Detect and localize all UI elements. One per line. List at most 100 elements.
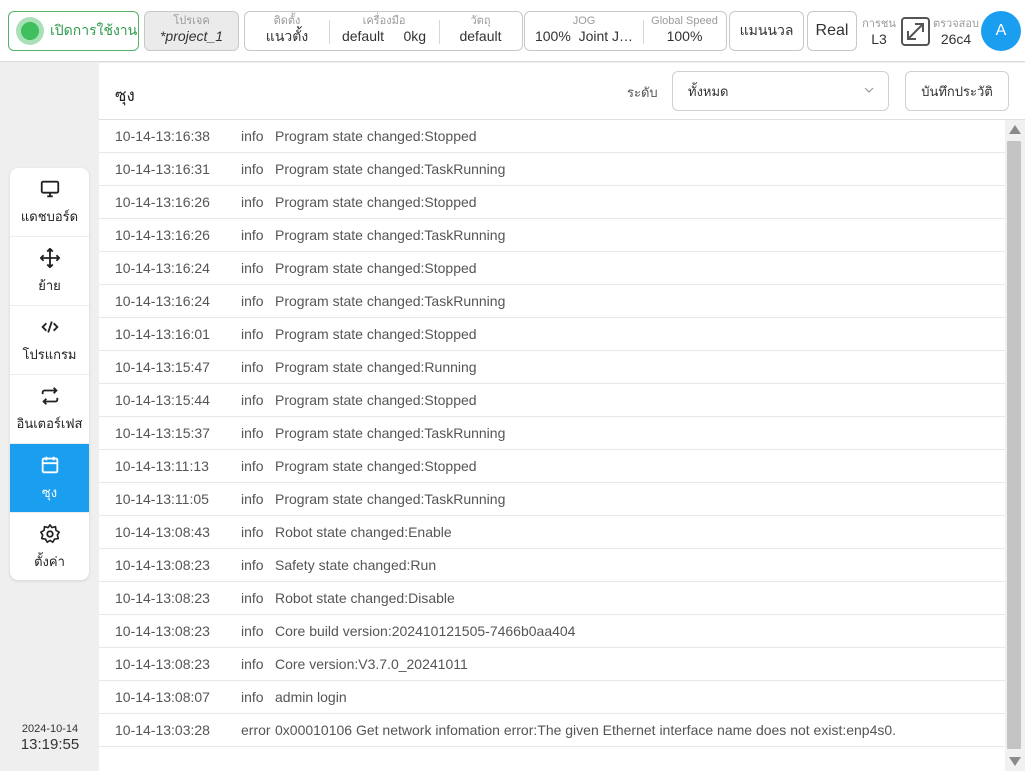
- log-level: info: [241, 161, 264, 177]
- sidebar-item-settings[interactable]: ตั้งค่า: [10, 513, 89, 580]
- log-panel-header: ซุง ระดับ ทั้งหมด บันทึกประวัติ: [99, 63, 1025, 120]
- scroll-thumb[interactable]: [1007, 141, 1021, 749]
- log-message: Program state changed:Stopped: [275, 458, 477, 474]
- install-selector[interactable]: ติดตั้ง แนวตั้ง: [245, 12, 329, 50]
- power-enable-button[interactable]: เปิดการใช้งาน: [8, 11, 139, 51]
- sidebar-item-dashboard[interactable]: แดชบอร์ด: [10, 168, 89, 237]
- log-row: 10-14-13:16:26 info Program state changed:…: [99, 186, 1005, 219]
- log-row: 10-14-13:16:01 info Program state changed:…: [99, 318, 1005, 351]
- project-selector[interactable]: โปรเจค *project_1: [144, 11, 239, 51]
- collision-level[interactable]: การชน L3: [861, 15, 897, 48]
- power-status-icon: [16, 17, 44, 45]
- log-level: info: [241, 128, 264, 144]
- log-row: 10-14-13:08:23 info Robot state changed:Di…: [99, 582, 1005, 615]
- log-timestamp: 10-14-13:08:23: [115, 623, 210, 639]
- workpiece-value: default: [459, 28, 502, 44]
- clock-date: 2024-10-14: [21, 723, 79, 735]
- manual-mode-button[interactable]: แมนนวล: [729, 11, 804, 51]
- log-row: 10-14-13:08:23 info Core version:V3.7.0_20…: [99, 648, 1005, 681]
- log-level: info: [241, 656, 264, 672]
- power-label: เปิดการใช้งาน: [50, 22, 138, 38]
- clock-time: 13:19:55: [20, 736, 80, 753]
- log-timestamp: 10-14-13:16:26: [115, 227, 210, 243]
- fullscreen-expand-icon[interactable]: [901, 17, 930, 46]
- sidebar-item-label: ย้าย: [38, 277, 61, 293]
- log-timestamp: 10-14-13:03:28: [115, 722, 210, 738]
- sidebar-item-move[interactable]: ย้าย: [10, 237, 89, 306]
- sidebar-item-label: ซุง: [41, 484, 58, 500]
- sidebar-item-interface[interactable]: อินเตอร์เฟส: [10, 375, 89, 444]
- user-avatar[interactable]: A: [981, 11, 1021, 51]
- log-row: 10-14-13:03:28 error 0x00010106 Get networ…: [99, 714, 1005, 747]
- log-message: Program state changed:TaskRunning: [275, 491, 506, 507]
- sidebar-item-program[interactable]: โปรแกรม: [10, 306, 89, 375]
- log-timestamp: 10-14-13:16:31: [115, 161, 210, 177]
- log-row: 10-14-13:16:24 info Program state changed:…: [99, 252, 1005, 285]
- global-speed-selector[interactable]: Global Speed 100%: [643, 12, 726, 50]
- log-message: Program state changed:TaskRunning: [275, 425, 506, 441]
- level-filter-select[interactable]: ทั้งหมด: [672, 71, 889, 111]
- log-timestamp: 10-14-13:08:43: [115, 524, 210, 540]
- scroll-up-arrow-icon[interactable]: [1009, 125, 1021, 134]
- page-title: ซุง: [115, 86, 135, 105]
- level-filter-label: ระดับ: [627, 85, 658, 100]
- log-timestamp: 10-14-13:16:38: [115, 128, 210, 144]
- log-row: 10-14-13:08:23 info Safety state changed:R…: [99, 549, 1005, 582]
- log-level: info: [241, 623, 264, 639]
- log-row: 10-14-13:08:43 info Robot state changed:En…: [99, 516, 1005, 549]
- swap-icon: [41, 386, 58, 405]
- log-panel: ซุง ระดับ ทั้งหมด บันทึกประวัติ 10-14-13…: [99, 63, 1025, 771]
- log-row: 10-14-13:16:31 info Program state changed:…: [99, 153, 1005, 186]
- log-message: Program state changed:TaskRunning: [275, 227, 506, 243]
- log-timestamp: 10-14-13:15:37: [115, 425, 210, 441]
- save-log-button[interactable]: บันทึกประวัติ: [905, 71, 1009, 111]
- log-level: info: [241, 359, 264, 375]
- inspect-status[interactable]: ตรวจสอบ 26c4: [932, 15, 980, 48]
- tool-selector[interactable]: เครื่องมือ default 0kg: [329, 12, 439, 50]
- log-level: info: [241, 557, 264, 573]
- log-message: Program state changed:Stopped: [275, 260, 477, 276]
- sidebar-item-label: แดชบอร์ด: [20, 208, 79, 224]
- log-level: info: [241, 524, 264, 540]
- log-timestamp: 10-14-13:08:23: [115, 590, 210, 606]
- tool-values: default 0kg: [329, 28, 439, 45]
- workpiece-selector[interactable]: วัตถุ default: [439, 12, 522, 50]
- code-icon: [40, 320, 59, 333]
- jog-values: 100% Joint J…: [525, 28, 643, 45]
- sidebar-item-label: ตั้งค่า: [34, 554, 65, 569]
- jog-selector[interactable]: JOG 100% Joint J…: [525, 12, 643, 50]
- log-message: Program state changed:Running: [275, 359, 477, 375]
- log-scrollbar[interactable]: [1005, 120, 1025, 771]
- jog-mode: Joint J…: [578, 28, 634, 44]
- log-level: info: [241, 260, 264, 276]
- log-message: 0x00010106 Get network infomation error:…: [275, 722, 897, 738]
- scroll-down-arrow-icon[interactable]: [1009, 757, 1021, 766]
- install-tool-workpiece-group: ติดตั้ง แนวตั้ง เครื่องมือ default 0kg ว…: [244, 11, 523, 51]
- log-timestamp: 10-14-13:15:47: [115, 359, 210, 375]
- log-row: 10-14-13:11:05 info Program state changed:…: [99, 483, 1005, 516]
- project-caption: โปรเจค: [173, 15, 210, 27]
- log-timestamp: 10-14-13:08:23: [115, 557, 210, 573]
- log-timestamp: 10-14-13:15:44: [115, 392, 210, 408]
- log-message: Safety state changed:Run: [275, 557, 437, 573]
- tool-caption: เครื่องมือ: [362, 15, 406, 27]
- log-timestamp: 10-14-13:16:24: [115, 293, 210, 309]
- real-mode-button[interactable]: Real: [807, 11, 857, 51]
- sidebar-item-label: อินเตอร์เฟส: [16, 415, 83, 431]
- log-level: info: [241, 392, 264, 408]
- global-speed-value: 100%: [666, 28, 703, 44]
- sidebar-item-log[interactable]: ซุง: [10, 444, 89, 513]
- jog-speed-group: JOG 100% Joint J… Global Speed 100%: [524, 11, 727, 51]
- log-timestamp: 10-14-13:11:13: [115, 458, 209, 474]
- log-list: 10-14-13:16:38 info Program state changed:…: [99, 120, 1005, 760]
- log-timestamp: 10-14-13:11:05: [115, 491, 209, 507]
- log-row: 10-14-13:11:13 info Program state changed:…: [99, 450, 1005, 483]
- log-row: 10-14-13:15:44 info Program state changed:…: [99, 384, 1005, 417]
- log-message: Program state changed:TaskRunning: [275, 293, 506, 309]
- log-timestamp: 10-14-13:16:01: [115, 326, 210, 342]
- log-timestamp: 10-14-13:08:23: [115, 656, 210, 672]
- log-row: 10-14-13:16:38 info Program state changed:…: [99, 120, 1005, 153]
- log-level: info: [241, 425, 264, 441]
- log-message: Program state changed:TaskRunning: [275, 161, 506, 177]
- chevron-down-icon: [864, 87, 874, 93]
